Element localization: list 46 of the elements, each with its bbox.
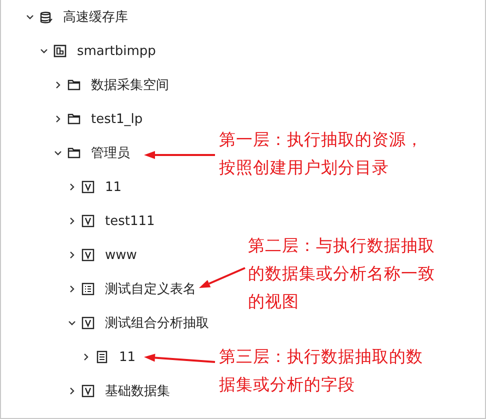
tree-item[interactable]: 管理员 [91,144,130,162]
chevron-icon[interactable] [67,318,77,328]
chevron-icon[interactable] [25,12,35,22]
chevron-icon[interactable] [39,46,49,56]
view-icon [81,384,95,398]
tree-item[interactable]: 测试组合分析抽取 [105,314,209,332]
annotation-text: 第三层：执行数据抽取的数 [219,346,423,368]
chevron-icon[interactable] [53,114,63,124]
tree-item[interactable]: www [105,248,137,262]
folder-icon [67,112,81,126]
annotation-text: 据集或分析的字段 [219,374,356,396]
tree-item[interactable]: smartbimpp [77,44,156,58]
view-icon [81,180,95,194]
table-icon [81,282,95,296]
chevron-icon[interactable] [53,80,63,90]
annotation-text: 的数据集或分析名称一致 [248,263,435,285]
annotation-text: 第一层：执行抽取的资源， [219,129,423,151]
annotation-text: 第二层：与执行数据抽取 [248,235,435,257]
tree-item[interactable]: 高速缓存库 [63,8,128,26]
grid-icon [53,44,67,58]
database-icon [39,10,53,24]
tree-item[interactable]: test1_lp [91,112,143,126]
view-icon [81,248,95,262]
chevron-icon[interactable] [67,182,77,192]
tree-item[interactable]: 基础数据集 [105,382,170,400]
chevron-icon[interactable] [67,250,77,260]
annotation-text: 的视图 [248,291,300,313]
arrow [199,267,246,288]
document-icon [95,350,109,364]
chevron-icon[interactable] [67,216,77,226]
arrow [144,354,216,363]
view-icon [81,316,95,330]
tree-item[interactable]: 数据采集空间 [91,76,169,94]
view-icon [81,214,95,228]
folder-icon [67,146,81,160]
annotation-text: 按照创建用户划分目录 [219,157,390,179]
tree-item[interactable]: 11 [105,180,122,194]
chevron-icon[interactable] [81,352,91,362]
tree-item[interactable]: 测试自定义表名 [105,280,196,298]
chevron-icon[interactable] [53,148,63,158]
arrow [144,151,215,159]
folder-icon [67,78,81,92]
chevron-icon[interactable] [67,386,77,396]
chevron-icon[interactable] [67,284,77,294]
tree-item[interactable]: test111 [105,214,155,228]
tree-item[interactable]: 11 [119,350,136,364]
